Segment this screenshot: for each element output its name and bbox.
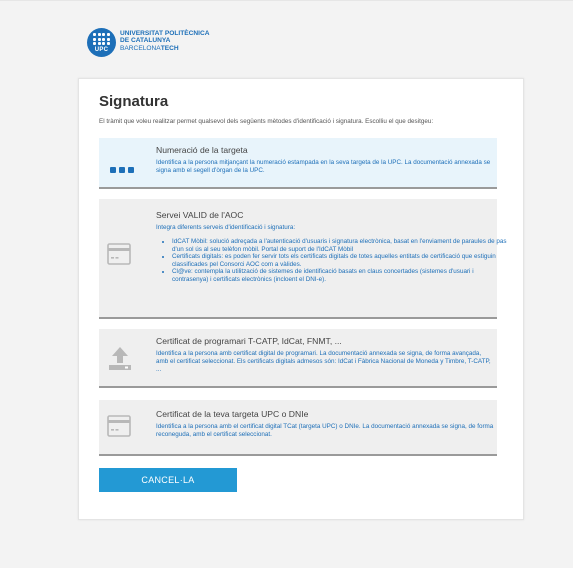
option-description: Identifica a la persona amb certificat d…: [156, 350, 491, 374]
list-item: Cl@ve: contempla la utilització de siste…: [172, 268, 510, 283]
list-item: Certificats digitals: es poden fer servi…: [172, 253, 510, 268]
logo-dots-icon: [93, 33, 110, 47]
option-title: Certificat de la teva targeta UPC o DNIe: [156, 409, 309, 419]
keypad-dots-icon: [110, 161, 134, 179]
option-bullet-list: IdCAT Mòbil: solució adreçada a l'autent…: [156, 238, 510, 284]
option-title: Numeració de la targeta: [156, 145, 248, 155]
option-description: Identifica a la persona amb el certifica…: [156, 423, 494, 439]
logo-line-2: DE CATALUNYA: [120, 37, 171, 45]
signature-card: Signatura El tràmit que voleu realitzar …: [78, 78, 524, 520]
list-item[interactable]: IdCAT Mòbil: solució adreçada a l'autent…: [172, 238, 510, 253]
option-card-number[interactable]: Numeració de la targeta Identifica a la …: [99, 138, 497, 189]
logo-line-3: BARCELONATECH: [120, 44, 179, 52]
option-title: Servei VALID de l'AOC: [156, 210, 244, 220]
page-intro: El tràmit que voleu realitzar permet qua…: [99, 118, 434, 125]
option-upc-card-dnie[interactable]: Certificat de la teva targeta UPC o DNIe…: [99, 400, 497, 456]
upc-logo-mark: UPC: [87, 28, 116, 57]
card-icon: [107, 243, 131, 270]
logo-wordmark: UNIVERSITAT POLITÈCNICA DE CATALUNYA BAR…: [120, 30, 210, 52]
upload-icon: [108, 346, 132, 375]
option-valid-aoc[interactable]: Servei VALID de l'AOC Integra diferents …: [99, 199, 507, 319]
card-icon: [107, 415, 131, 442]
page-title: Signatura: [99, 93, 169, 110]
top-divider: [0, 0, 573, 1]
option-title: Certificat de programari T-CATP, IdCat, …: [156, 336, 342, 346]
option-software-certificate[interactable]: Certificat de programari T-CATP, IdCat, …: [99, 329, 497, 388]
option-description: Identifica a la persona mitjançant la nu…: [156, 159, 491, 175]
option-description: Integra diferents serveis d'identificaci…: [156, 224, 296, 231]
logo-acronym: UPC: [94, 47, 109, 53]
logo-line-1: UNIVERSITAT POLITÈCNICA: [120, 30, 210, 37]
cancel-button[interactable]: CANCEL·LA: [99, 468, 237, 492]
